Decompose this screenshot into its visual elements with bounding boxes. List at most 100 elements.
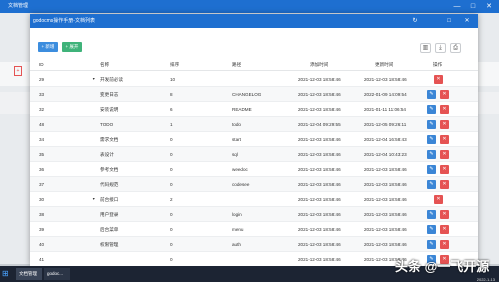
- edit-button[interactable]: ✎: [427, 165, 436, 174]
- delete-button[interactable]: ✕: [440, 240, 449, 249]
- cell-updated: 2022-01-09 14:09:54: [364, 92, 407, 97]
- cell-sort: 0: [170, 227, 173, 232]
- cell-updated: 2021-12-04 10:43:23: [364, 152, 407, 157]
- cell-path: todo: [232, 122, 241, 127]
- column-header-id: ID: [39, 62, 44, 67]
- cell-id: 35: [39, 152, 45, 157]
- table-row: 30 ▼ 前台接口 2 2021-12-03 18:58:46 2021-12-03 18…: [30, 192, 478, 207]
- cell-updated: 2021-12-03 18:58:46: [364, 227, 407, 232]
- cell-path: weedoc: [232, 167, 248, 172]
- delete-button[interactable]: ✕: [440, 210, 449, 219]
- watermark: 头条 @一飞开源: [395, 259, 490, 274]
- tree-toggle-icon[interactable]: ▼: [92, 72, 95, 87]
- cell-created: 2021-12-03 18:58:46: [298, 152, 341, 157]
- cell-sort: 0: [170, 182, 173, 187]
- delete-button[interactable]: ✕: [440, 165, 449, 174]
- cell-updated: 2021-12-03 18:58:46: [364, 197, 407, 202]
- table-row: 33 变更日志 8 CHANGELOG 2021-12-03 18:58:46 2022-…: [30, 87, 478, 102]
- cell-updated: 2021-01-11 11:06:54: [364, 107, 406, 112]
- edit-button[interactable]: ✎: [427, 120, 436, 129]
- cell-sort: 8: [170, 92, 173, 97]
- cell-path: auth: [232, 242, 241, 247]
- cell-sort: 6: [170, 107, 173, 112]
- column-header-sort: 排序: [170, 62, 180, 67]
- cell-path: sql: [232, 152, 238, 157]
- delete-button[interactable]: ✕: [440, 90, 449, 99]
- cell-created: 2021-12-03 18:58:46: [298, 137, 341, 142]
- cell-id: 48: [39, 122, 45, 127]
- delete-button[interactable]: ✕: [440, 150, 449, 159]
- cell-created: 2021-12-03 18:58:46: [298, 77, 341, 82]
- delete-button[interactable]: ✕: [440, 180, 449, 189]
- taskbar-item-godoc[interactable]: godoc...: [44, 268, 70, 280]
- cell-name: 表设计: [100, 152, 114, 157]
- cell-id: 39: [39, 227, 45, 232]
- expand-button[interactable]: + 展开: [62, 42, 82, 52]
- table-row: 34 需求文档 0 start 2021-12-03 18:58:46 2021-12-0…: [30, 132, 478, 147]
- cell-name: 变更日志: [100, 92, 119, 97]
- cell-name: 开发前必读: [100, 77, 123, 82]
- cell-created: 2021-12-03 18:58:46: [298, 197, 341, 202]
- column-header-created: 添加时间: [310, 62, 329, 67]
- cell-id: 33: [39, 92, 45, 97]
- table-row: 37 代码规范 0 codesee 2021-12-03 18:58:46 2021-12…: [30, 177, 478, 192]
- edit-button[interactable]: ✎: [427, 105, 436, 114]
- add-button[interactable]: + 新增: [38, 42, 58, 52]
- edit-button[interactable]: ✎: [427, 225, 436, 234]
- close-icon[interactable]: ✕: [481, 0, 497, 13]
- cell-sort: 0: [170, 242, 173, 247]
- windows-start-icon[interactable]: ⊞: [2, 269, 11, 278]
- cell-sort: 0: [170, 212, 173, 217]
- delete-button[interactable]: ✕: [440, 225, 449, 234]
- edit-button[interactable]: ✎: [427, 135, 436, 144]
- table-row: 29 ▼ 开发前必读 10 2021-12-03 18:58:46 2021-12-03 …: [30, 72, 478, 87]
- delete-button[interactable]: ✕: [440, 105, 449, 114]
- cell-created: 2021-12-03 18:58:46: [298, 257, 341, 262]
- refresh-icon[interactable]: ↻: [408, 14, 422, 28]
- taskbar-item-docs[interactable]: 文档管理: [16, 268, 42, 280]
- cell-name: 后台菜单: [100, 227, 119, 232]
- edit-button[interactable]: ✎: [427, 210, 436, 219]
- delete-button[interactable]: ✕: [440, 120, 449, 129]
- background-add-icon: +: [14, 66, 22, 76]
- cell-created: 2021-12-03 18:58:46: [298, 212, 341, 217]
- delete-button[interactable]: ✕: [434, 75, 443, 84]
- cell-id: 32: [39, 107, 45, 112]
- edit-button[interactable]: ✎: [427, 240, 436, 249]
- cell-path: README: [232, 107, 252, 112]
- cell-updated: 2021-12-04 16:58:43: [364, 137, 407, 142]
- maximize-dialog-icon[interactable]: □: [442, 14, 456, 28]
- maximize-icon[interactable]: □: [465, 0, 481, 13]
- table-row: 35 表设计 0 sql 2021-12-03 18:58:46 2021-12-04 1…: [30, 147, 478, 162]
- cell-name: 权限管理: [100, 242, 119, 247]
- outer-window-title: 文档管理: [0, 0, 499, 13]
- cell-path: CHANGELOG: [232, 92, 262, 97]
- cell-updated: 2021-12-03 18:58:46: [364, 182, 407, 187]
- cell-id: 40: [39, 242, 45, 247]
- cell-name: 代码规范: [100, 182, 119, 187]
- table-row: 48 TODO 1 todo 2021-12-04 09:29:55 2021-12-05…: [30, 117, 478, 132]
- close-dialog-icon[interactable]: ✕: [460, 14, 474, 28]
- doc-list-dialog: godocms操作手册-文档列表 ↻ □ ✕ + 新增 + 展开 ▥ ⤓ ⎙ I…: [30, 14, 478, 267]
- cell-name: TODO: [100, 122, 114, 127]
- cell-created: 2021-12-03 18:58:46: [298, 167, 341, 172]
- tree-toggle-icon[interactable]: ▼: [92, 192, 95, 207]
- cell-created: 2021-12-03 18:58:46: [298, 182, 341, 187]
- delete-button[interactable]: ✕: [440, 135, 449, 144]
- delete-button[interactable]: ✕: [434, 195, 443, 204]
- cell-name: 前台接口: [100, 197, 119, 202]
- cell-path: codesee: [232, 182, 250, 187]
- columns-icon[interactable]: ▥: [420, 43, 431, 53]
- export-icon[interactable]: ⤓: [435, 43, 446, 53]
- edit-button[interactable]: ✎: [427, 180, 436, 189]
- cell-path: login: [232, 212, 242, 217]
- print-icon[interactable]: ⎙: [450, 43, 461, 53]
- cell-path: menu: [232, 227, 244, 232]
- cell-sort: 10: [170, 77, 176, 82]
- cell-sort: 0: [170, 152, 173, 157]
- edit-button[interactable]: ✎: [427, 150, 436, 159]
- column-header-actions: 操作: [433, 62, 443, 67]
- edit-button[interactable]: ✎: [427, 90, 436, 99]
- cell-updated: 2021-12-03 18:58:46: [364, 242, 407, 247]
- minimize-icon[interactable]: —: [449, 0, 465, 13]
